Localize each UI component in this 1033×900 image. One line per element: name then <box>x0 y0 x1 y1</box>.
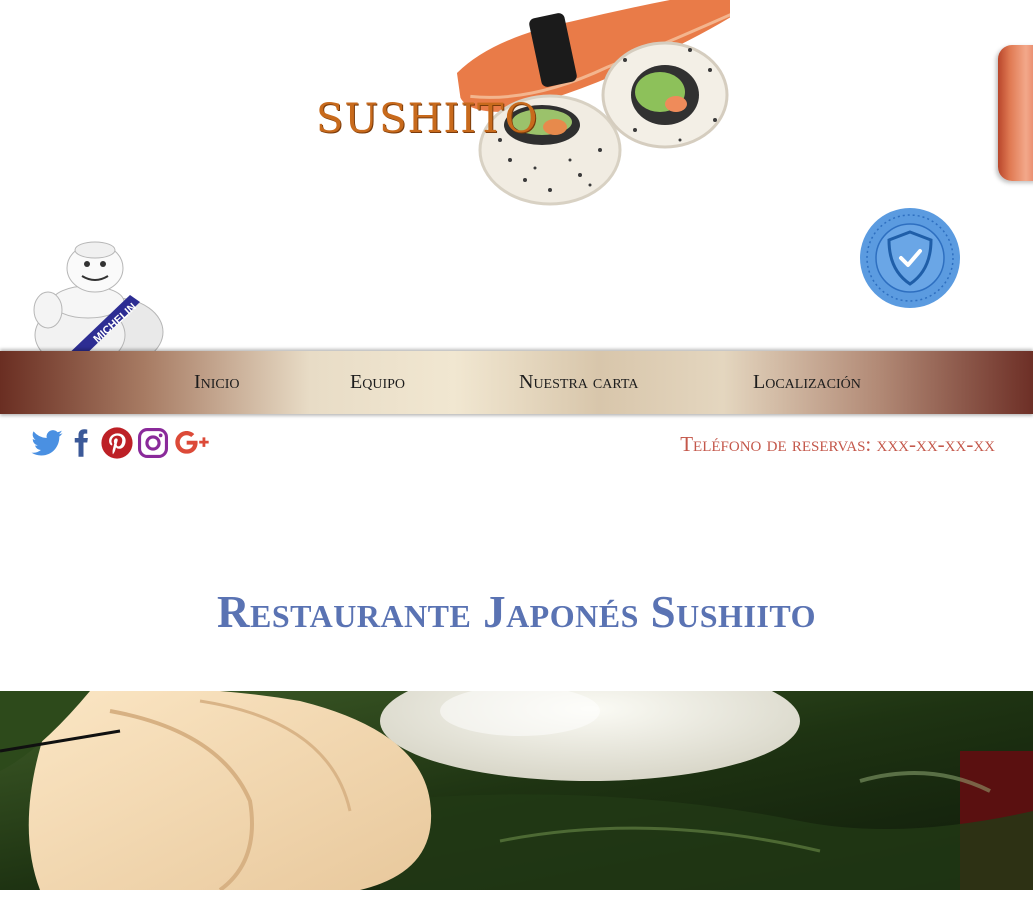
sushi-ginger-photo <box>0 691 1033 890</box>
nav-item-equipo[interactable]: Equipo <box>350 371 405 394</box>
site-logo[interactable]: SUSHIITO <box>310 0 730 210</box>
pinterest-icon[interactable] <box>100 426 134 460</box>
nav-item-nuestra-carta[interactable]: Nuestra carta <box>519 371 638 394</box>
page-title: Restaurante Japonés Sushiito <box>216 587 817 637</box>
twitter-icon[interactable] <box>30 426 64 460</box>
logo-text: SUSHIITO <box>316 96 539 142</box>
nav-item-inicio[interactable]: Inicio <box>194 371 240 394</box>
nav-item-localizacion[interactable]: Localización <box>753 371 861 394</box>
covid-free-badge <box>860 208 960 308</box>
instagram-icon[interactable] <box>136 426 170 460</box>
side-tab[interactable] <box>998 45 1033 181</box>
facebook-icon[interactable] <box>66 426 96 460</box>
google-plus-icon[interactable] <box>174 426 214 460</box>
reservation-phone: Teléfono de reservas: xxx-xx-xx-xx <box>680 432 995 456</box>
hero-photo <box>0 691 1033 890</box>
main-nav: Inicio Equipo Nuestra carta Localización <box>0 351 1033 414</box>
